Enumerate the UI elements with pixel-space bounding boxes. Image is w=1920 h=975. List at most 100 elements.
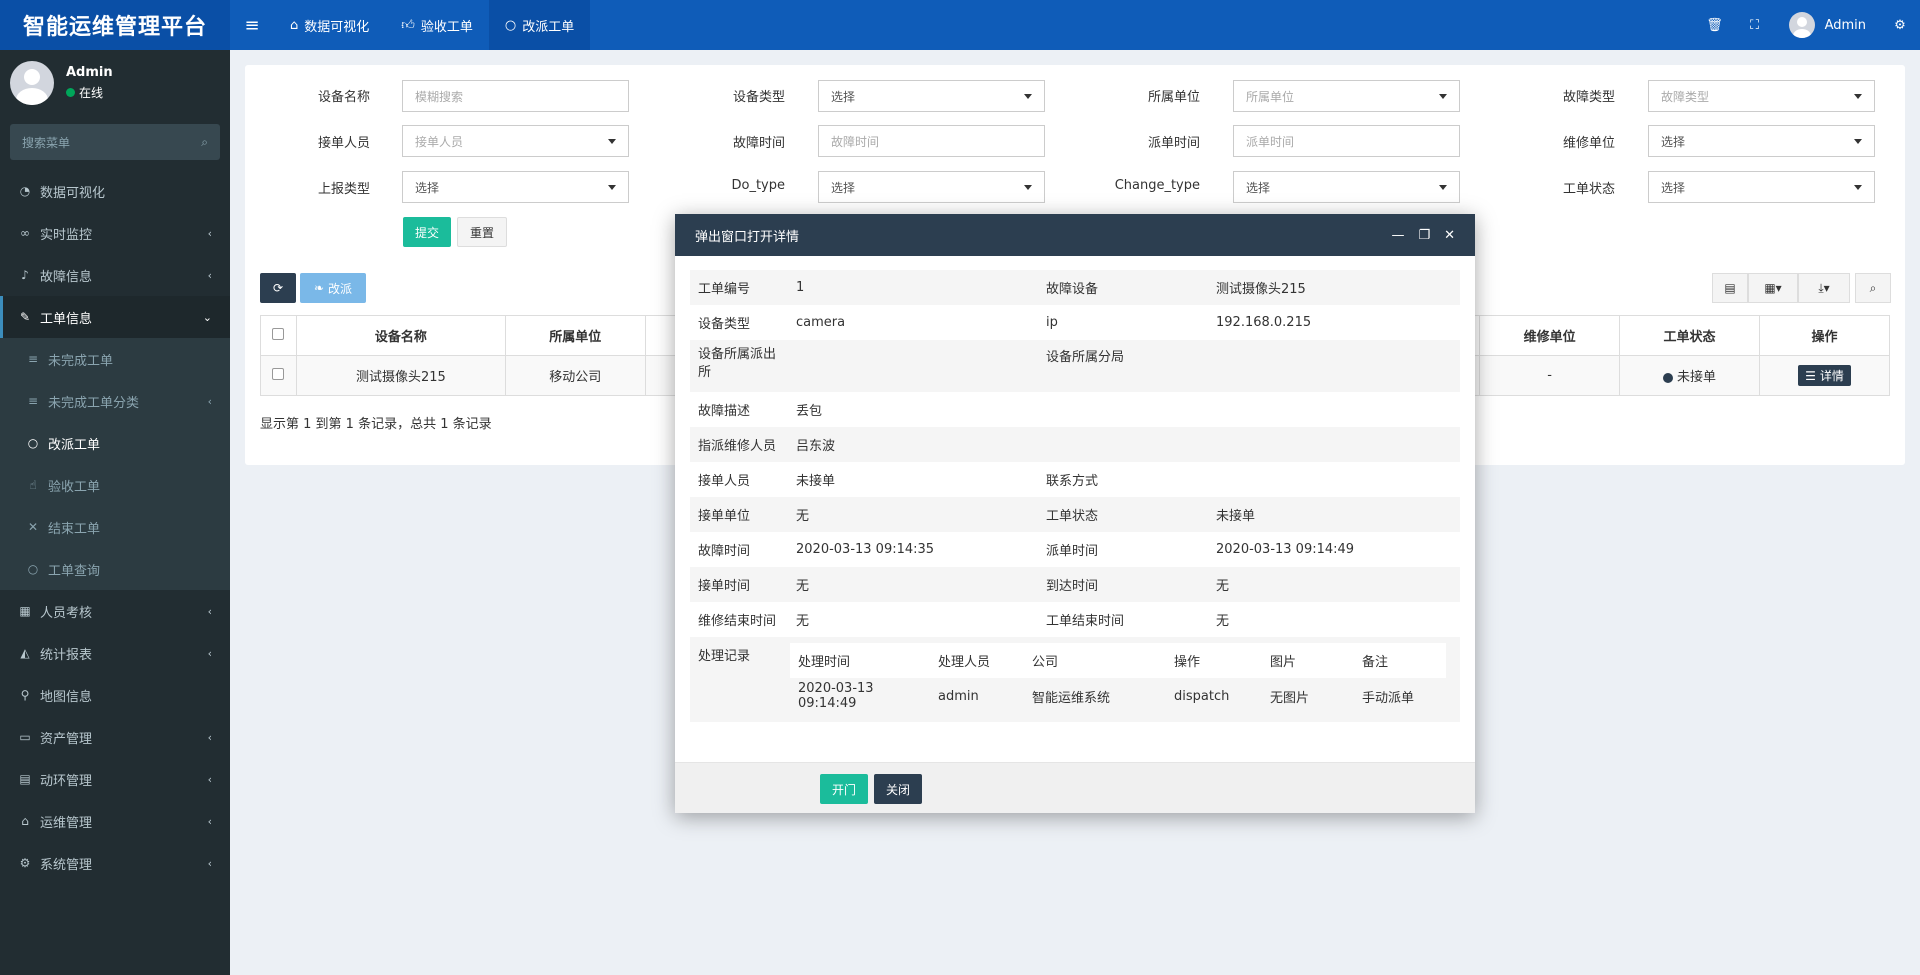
reassign-button[interactable]: ❧ 改派 [300,273,366,303]
toggle-view-button[interactable]: ▤ [1712,273,1748,303]
records-row: 2020-03-13 09:14:49 admin 智能运维系统 dispatc… [790,678,1446,714]
receiver-select[interactable]: 接单人员 [402,125,629,157]
order-status-select[interactable]: 选择 [1648,171,1875,203]
sidebar-item-fault-info[interactable]: ♪ 故障信息 ‹ [0,254,230,296]
change-type-select[interactable]: 选择 [1233,171,1460,203]
receive-time-label: 接单时间 [690,567,788,602]
sidebar-subitem-unfinished-category[interactable]: ≡ 未完成工单分类 ‹ [0,380,230,422]
fault-time-label: 故障时间 [698,544,751,559]
sidebar-item-statistics[interactable]: ◭ 统计报表 ‹ [0,632,230,674]
columns-button[interactable]: ▦▾ [1748,273,1798,303]
change-type-value: 选择 [1246,180,1271,195]
detail-info-table: 工单编号 1 故障设备 测试摄像头215 设备类型 camera ip 192.… [690,270,1460,722]
records-header-row: 处理时间 处理人员 公司 操作 图片 备注 [790,643,1446,678]
info-row: 故障描述 丢包 [690,392,1460,427]
fault-type-placeholder: 故障类型 [1661,89,1710,104]
status-label: 工单状态 [1038,497,1208,532]
repair-unit-select[interactable]: 选择 [1648,125,1875,157]
modal-header[interactable]: 弹出窗口打开详情 — ❐ ✕ [675,214,1475,256]
search-toggle-button[interactable]: ⌕ [1855,273,1891,303]
dispatch-time-placeholder: 派单时间 [1246,134,1295,149]
user-panel: Admin 在线 [0,50,230,116]
close-button[interactable]: 关闭 [874,774,922,804]
close-icon[interactable]: ✕ [1444,228,1455,243]
tab-reassign-order[interactable]: ○ 改派工单 [488,0,591,50]
refresh-button[interactable]: ⟳ [260,273,296,303]
col-device-name[interactable]: 设备名称 [295,315,506,356]
col-status[interactable]: 工单状态 [1619,315,1761,356]
sidebar-item-map[interactable]: ⚲ 地图信息 [0,674,230,716]
row-checkbox[interactable] [272,367,285,380]
header-user-menu[interactable]: Admin [1775,12,1880,38]
sidebar-item-environment[interactable]: ▤ 动环管理 ‹ [0,758,230,800]
dispatch-time-input[interactable]: 派单时间 [1233,125,1460,157]
sidebar-item-data-visualization[interactable]: ◔ 数据可视化 [0,170,230,212]
fault-device-label: 故障设备 [1038,270,1208,305]
sidebar-item-realtime-monitor[interactable]: ∞ 实时监控 ‹ [0,212,230,254]
unit-select[interactable]: 所属单位 [1233,80,1460,112]
sidebar-item-label: 统计报表 [40,647,93,663]
sidebar-search-input[interactable]: 搜索菜单 ⌕ [10,124,220,160]
sidebar-subitem-unfinished[interactable]: ≡ 未完成工单 [0,338,230,380]
circle-icon: ○ [504,17,517,33]
device-type-select[interactable]: 选择 [818,80,1045,112]
order-end-label: 工单结束时间 [1046,614,1125,629]
dispatch-time-label: 派单时间 [1046,544,1099,559]
select-all-checkbox[interactable] [272,327,285,340]
cell-action: ☰ 详情 [1759,355,1890,396]
sidebar-item-work-order[interactable]: ✎ 工单信息 ⌄ [0,296,230,338]
device-name-input[interactable]: 模糊搜索 [402,80,629,112]
sidebar-subitem-query[interactable]: ○ 工单查询 [0,548,230,590]
chevron-left-icon: ‹ [207,772,212,786]
col-unit[interactable]: 所属单位 [504,315,646,356]
sidebar-item-staff-assessment[interactable]: ▦ 人员考核 ‹ [0,590,230,632]
reset-button[interactable]: 重置 [457,217,507,247]
rec-col-note: 备注 [1354,643,1446,678]
sidebar-subitem-finished[interactable]: ✕ 结束工单 [0,506,230,548]
maximize-icon[interactable]: ❐ [1418,228,1430,243]
sidebar-subitem-label: 验收工单 [48,479,101,495]
top-header: 智能运维管理平台 ≡ ⌂ 数据可视化 👍︎ 验收工单 ○ 改派工单 🗑︎ ⛶ A… [0,0,1920,50]
search-icon[interactable]: ⌕ [201,135,208,150]
order-no-value: 1 [788,270,1038,305]
sidebar-subitem-label: 未完成工单 [48,353,114,369]
row-select-cell[interactable] [260,355,297,396]
submit-button[interactable]: 提交 [403,217,451,247]
avatar [10,61,54,105]
sidebar-item-operations[interactable]: ⌂ 运维管理 ‹ [0,800,230,842]
bank-icon: ⌂ [21,814,29,828]
caret-down-icon [608,184,616,190]
export-button[interactable]: ⤓▾ [1798,273,1850,303]
settings-icon[interactable]: ⚙ [1880,0,1920,50]
menu-toggle-icon[interactable]: ≡ [230,0,274,50]
tab-data-visualization[interactable]: ⌂ 数据可视化 [274,0,385,50]
open-door-button[interactable]: 开门 [820,774,868,804]
sidebar-subitem-label: 工单查询 [48,563,101,579]
change-type-label: Change_type [1114,178,1200,193]
sidebar-subitem-reassign[interactable]: ○ 改派工单 [0,422,230,464]
online-status: 在线 [66,84,113,101]
search-icon: ⌕ [1869,280,1877,295]
avatar [1788,12,1815,38]
fault-type-select[interactable]: 故障类型 [1648,80,1875,112]
select-all-cell[interactable] [260,315,297,356]
sidebar-subitem-acceptance[interactable]: ☝ 验收工单 [0,464,230,506]
circle-icon: ○ [27,436,39,450]
brand-title[interactable]: 智能运维管理平台 [0,0,230,50]
report-type-select[interactable]: 选择 [402,171,629,203]
sidebar-item-system[interactable]: ⚙ 系统管理 ‹ [0,842,230,884]
fault-time-input[interactable]: 故障时间 [818,125,1045,157]
fullscreen-icon[interactable]: ⛶ [1735,0,1775,50]
minimize-icon[interactable]: — [1391,228,1404,243]
leaf-icon: ❧ [313,281,325,295]
online-status-label: 在线 [79,86,104,100]
sidebar-item-assets[interactable]: ▭ 资产管理 ‹ [0,716,230,758]
report-type-label: 上报类型 [317,182,370,197]
fault-time-value: 2020-03-13 09:14:35 [796,542,935,557]
tab-label: 改派工单 [522,19,575,35]
detail-button[interactable]: ☰ 详情 [1798,365,1851,386]
col-repair-unit[interactable]: 维修单位 [1479,315,1621,356]
tab-acceptance-order[interactable]: 👍︎ 验收工单 [385,0,489,50]
trash-icon[interactable]: 🗑︎ [1695,0,1735,50]
do-type-select[interactable]: 选择 [818,171,1045,203]
